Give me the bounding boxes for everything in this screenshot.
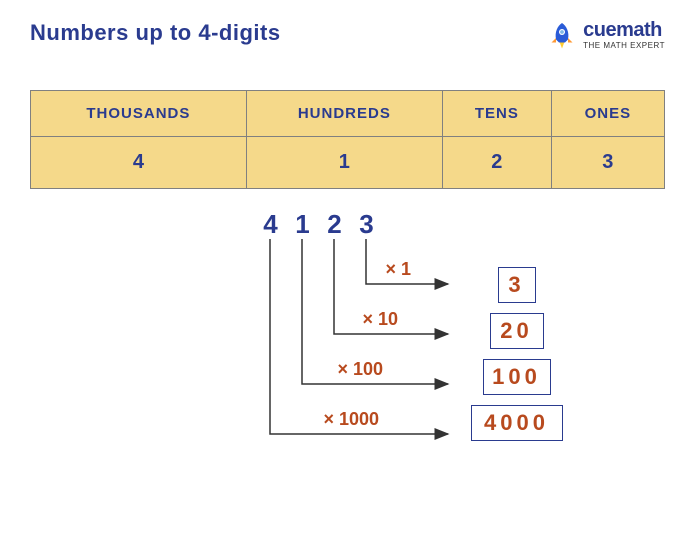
mult-ones: × 1 [386,259,412,280]
result-thousands: 4000 [471,405,563,441]
place-value-table: THOUSANDS HUNDREDS TENS ONES 4 1 2 3 [30,90,665,189]
val-ones: 3 [551,137,664,189]
brand-logo: cuemath THE MATH EXPERT [547,20,665,50]
digit-thousands: 4 [262,209,280,240]
digit-hundreds: 1 [294,209,312,240]
col-tens: TENS [442,91,551,137]
result-tens: 20 [490,313,544,349]
brand-name: cuemath [583,20,665,40]
val-tens: 2 [442,137,551,189]
digit-tens: 2 [326,209,344,240]
result-ones: 3 [498,267,536,303]
table-row: 4 1 2 3 [31,137,665,189]
val-thousands: 4 [31,137,247,189]
digit-ones: 3 [358,209,376,240]
table-row: THOUSANDS HUNDREDS TENS ONES [31,91,665,137]
rocket-icon [547,20,577,50]
page-title: Numbers up to 4-digits [30,20,281,46]
val-hundreds: 1 [246,137,442,189]
mult-hundreds: × 100 [338,359,384,380]
col-thousands: THOUSANDS [31,91,247,137]
col-hundreds: HUNDREDS [246,91,442,137]
mult-tens: × 10 [363,309,399,330]
connector-arrows [138,239,468,489]
main-number: 4 1 2 3 [262,209,376,240]
col-ones: ONES [551,91,664,137]
expansion-diagram: 4 1 2 3 × 1 × 10 × 100 × 1000 3 20 100 4… [138,209,558,489]
mult-thousands: × 1000 [324,409,380,430]
result-hundreds: 100 [483,359,551,395]
brand-tagline: THE MATH EXPERT [583,42,665,50]
